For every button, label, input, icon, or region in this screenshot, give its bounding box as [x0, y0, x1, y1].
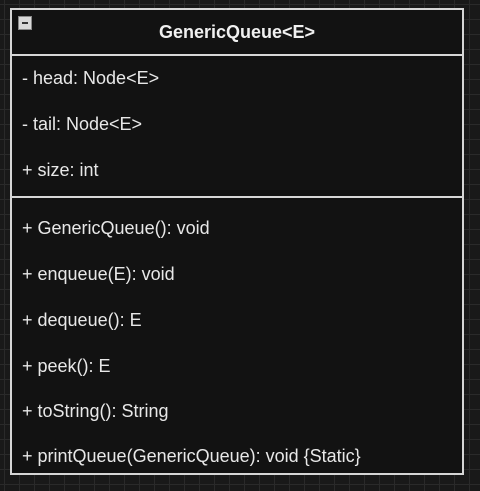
- method-constructor: + GenericQueue(): void: [22, 218, 210, 238]
- method-dequeue: + dequeue(): E: [22, 310, 142, 330]
- method-tostring: + toString(): String: [22, 401, 169, 421]
- uml-class-box[interactable]: GenericQueue<E> - head: Node<E> - tail: …: [10, 8, 464, 475]
- attribute-size: + size: int: [22, 160, 99, 180]
- class-title: GenericQueue<E>: [158, 22, 316, 42]
- method-printqueue: + printQueue(GenericQueue): void {Static…: [22, 446, 361, 466]
- attribute-tail: - tail: Node<E>: [22, 114, 143, 134]
- method-enqueue: + enqueue(E): void: [22, 264, 175, 284]
- attribute-head: - head: Node<E>: [22, 68, 160, 88]
- attributes-section: - head: Node<E> - tail: Node<E> + size: …: [12, 56, 462, 198]
- method-peek: + peek(): E: [22, 356, 111, 376]
- class-header: GenericQueue<E>: [12, 10, 462, 56]
